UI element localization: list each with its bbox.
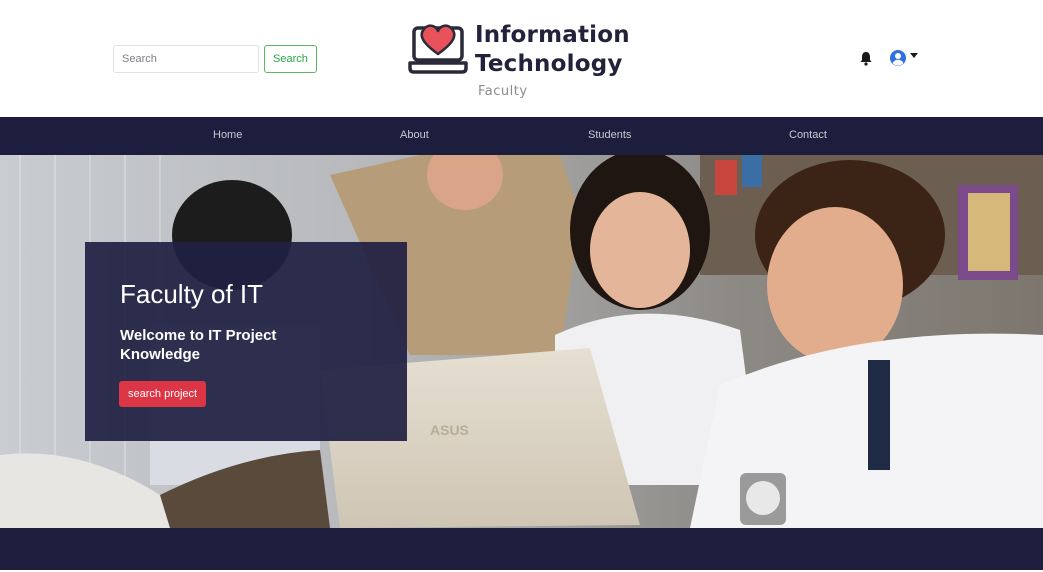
site-logo[interactable]: Information Technology Faculty bbox=[408, 20, 648, 105]
user-circle-icon bbox=[890, 50, 906, 66]
search-project-button[interactable]: search project bbox=[119, 381, 207, 407]
logo-title-line1: Information bbox=[475, 22, 630, 48]
logo-subtitle: Faculty bbox=[478, 84, 528, 99]
hero-title: Faculty of IT bbox=[120, 279, 264, 309]
search-button[interactable]: Search bbox=[264, 45, 317, 73]
laptop-heart-icon bbox=[408, 24, 468, 74]
caret-down-icon bbox=[910, 53, 918, 58]
bell-icon[interactable] bbox=[859, 51, 873, 66]
main-navbar: Home About Students Contact bbox=[0, 117, 1043, 155]
site-header: Search Information Technology Faculty bbox=[0, 0, 1043, 117]
laptop-brand-label: ASUS bbox=[430, 422, 469, 438]
search-form: Search bbox=[113, 45, 317, 73]
nav-item-students[interactable]: Students bbox=[588, 129, 631, 141]
nav-item-about[interactable]: About bbox=[400, 129, 429, 141]
hero-subtitle: Welcome to IT Project Knowledge bbox=[120, 327, 277, 363]
search-input[interactable] bbox=[113, 45, 259, 73]
nav-item-contact[interactable]: Contact bbox=[789, 129, 827, 141]
logo-title-line2: Technology bbox=[475, 51, 623, 77]
user-menu-dropdown[interactable] bbox=[889, 49, 919, 67]
hero-banner: ASUS Faculty of IT Welcome to IT Project… bbox=[0, 155, 1043, 528]
nav-item-home[interactable]: Home bbox=[213, 129, 242, 141]
footer-bar bbox=[0, 528, 1043, 570]
hero-card: Faculty of IT Welcome to IT Project Know… bbox=[85, 242, 407, 441]
